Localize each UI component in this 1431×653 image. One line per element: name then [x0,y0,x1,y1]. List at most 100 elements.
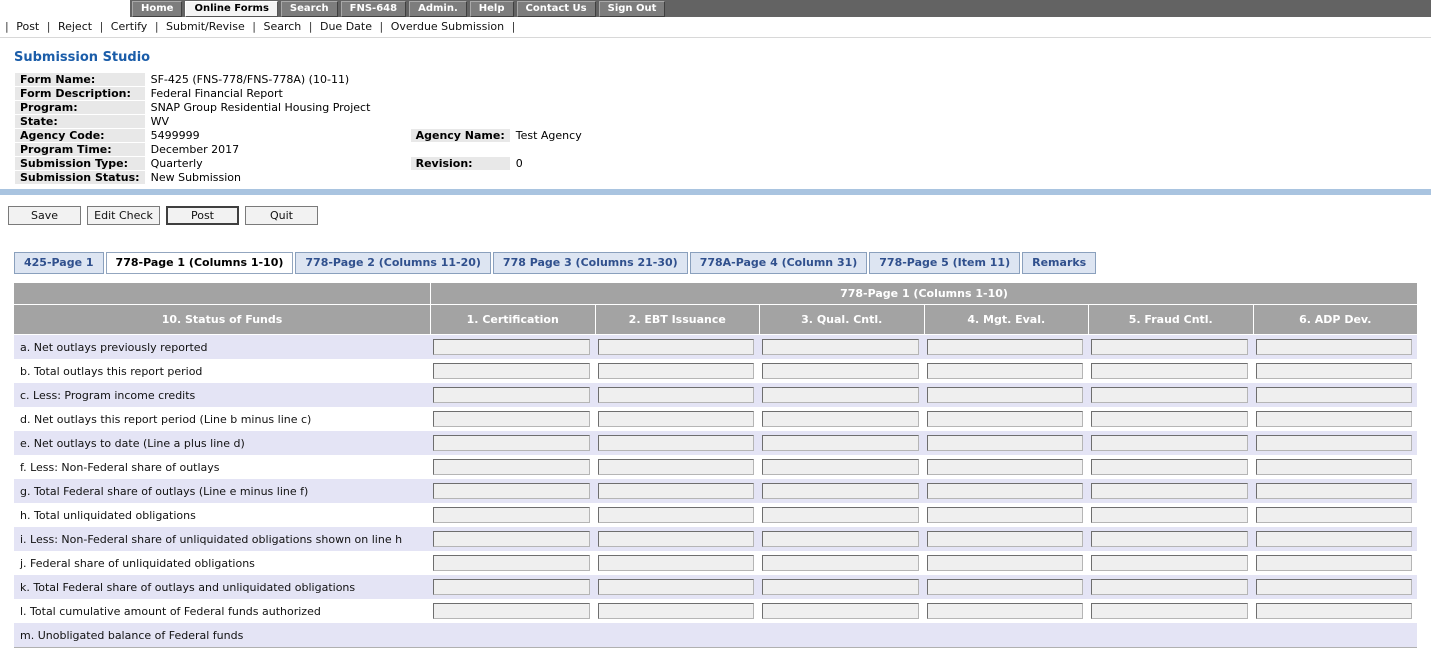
nav-contact-us[interactable]: Contact Us [516,0,596,17]
amount-input[interactable] [433,603,590,619]
link-due-date[interactable]: Due Date [318,20,374,33]
grid-cell [595,579,760,595]
tab-778-page-5[interactable]: 778-Page 5 (Item 11) [869,252,1021,274]
link-certify[interactable]: Certify [109,20,150,33]
amount-input[interactable] [762,603,919,619]
nav-search[interactable]: Search [280,0,338,17]
amount-input[interactable] [926,339,1083,355]
amount-input[interactable] [597,411,754,427]
amount-input[interactable] [1255,507,1412,523]
tab-778-page-2[interactable]: 778-Page 2 (Columns 11-20) [295,252,491,274]
amount-input[interactable] [1091,339,1248,355]
amount-input[interactable] [762,579,919,595]
amount-input[interactable] [1255,555,1412,571]
amount-input[interactable] [762,531,919,547]
amount-input[interactable] [433,483,590,499]
amount-input[interactable] [433,411,590,427]
edit-check-button[interactable]: Edit Check [87,206,160,225]
link-post[interactable]: Post [14,20,41,33]
amount-input[interactable] [762,459,919,475]
amount-input[interactable] [1255,363,1412,379]
amount-input[interactable] [597,507,754,523]
amount-input[interactable] [597,339,754,355]
amount-input[interactable] [597,603,754,619]
link-overdue-submission[interactable]: Overdue Submission [389,20,506,33]
amount-input[interactable] [926,603,1083,619]
amount-input[interactable] [762,387,919,403]
amount-input[interactable] [1091,603,1248,619]
amount-input[interactable] [1091,411,1248,427]
amount-input[interactable] [1255,531,1412,547]
amount-input[interactable] [1255,339,1412,355]
amount-input[interactable] [597,435,754,451]
amount-input[interactable] [433,459,590,475]
tab-778a-page-4[interactable]: 778A-Page 4 (Column 31) [689,252,868,274]
amount-input[interactable] [762,555,919,571]
amount-input[interactable] [597,387,754,403]
form-name-value: SF-425 (FNS-778/FNS-778A) (10-11) [145,73,621,86]
link-search[interactable]: Search [261,20,303,33]
amount-input[interactable] [597,483,754,499]
amount-input[interactable] [433,555,590,571]
amount-input[interactable] [1091,483,1248,499]
amount-input[interactable] [597,363,754,379]
amount-input[interactable] [597,531,754,547]
amount-input[interactable] [597,579,754,595]
amount-input[interactable] [926,387,1083,403]
tab-remarks[interactable]: Remarks [1022,252,1097,274]
amount-input[interactable] [926,507,1083,523]
amount-input[interactable] [433,387,590,403]
nav-sign-out[interactable]: Sign Out [598,0,666,17]
amount-input[interactable] [1091,507,1248,523]
amount-input[interactable] [1091,363,1248,379]
amount-input[interactable] [433,339,590,355]
amount-input[interactable] [926,411,1083,427]
amount-input[interactable] [1255,387,1412,403]
amount-input[interactable] [433,531,590,547]
amount-input[interactable] [433,579,590,595]
amount-input[interactable] [1255,411,1412,427]
amount-input[interactable] [762,507,919,523]
nav-help[interactable]: Help [469,0,514,17]
tab-425-page-1[interactable]: 425-Page 1 [14,252,104,274]
tab-778-page-3[interactable]: 778 Page 3 (Columns 21-30) [492,252,688,274]
amount-input[interactable] [762,411,919,427]
amount-input[interactable] [926,555,1083,571]
link-submit-revise[interactable]: Submit/Revise [164,20,247,33]
amount-input[interactable] [597,555,754,571]
amount-input[interactable] [926,483,1083,499]
amount-input[interactable] [597,459,754,475]
nav-home[interactable]: Home [132,0,183,17]
amount-input[interactable] [1255,579,1412,595]
amount-input[interactable] [1091,555,1248,571]
save-button[interactable]: Save [8,206,81,225]
quit-button[interactable]: Quit [245,206,318,225]
post-button[interactable]: Post [166,206,239,225]
amount-input[interactable] [762,339,919,355]
amount-input[interactable] [1091,531,1248,547]
amount-input[interactable] [1091,387,1248,403]
amount-input[interactable] [926,459,1083,475]
amount-input[interactable] [762,363,919,379]
nav-fns-648[interactable]: FNS-648 [340,0,407,17]
amount-input[interactable] [1255,435,1412,451]
amount-input[interactable] [433,435,590,451]
nav-online-forms[interactable]: Online Forms [185,0,278,17]
amount-input[interactable] [926,531,1083,547]
tab-778-page-1[interactable]: 778-Page 1 (Columns 1-10) [105,252,294,274]
amount-input[interactable] [926,435,1083,451]
amount-input[interactable] [1255,483,1412,499]
amount-input[interactable] [433,507,590,523]
amount-input[interactable] [433,363,590,379]
amount-input[interactable] [1091,435,1248,451]
amount-input[interactable] [1091,579,1248,595]
nav-admin[interactable]: Admin. [409,0,467,17]
amount-input[interactable] [762,435,919,451]
amount-input[interactable] [762,483,919,499]
amount-input[interactable] [1091,459,1248,475]
amount-input[interactable] [926,363,1083,379]
amount-input[interactable] [1255,459,1412,475]
amount-input[interactable] [926,579,1083,595]
link-reject[interactable]: Reject [56,20,94,33]
amount-input[interactable] [1255,603,1412,619]
